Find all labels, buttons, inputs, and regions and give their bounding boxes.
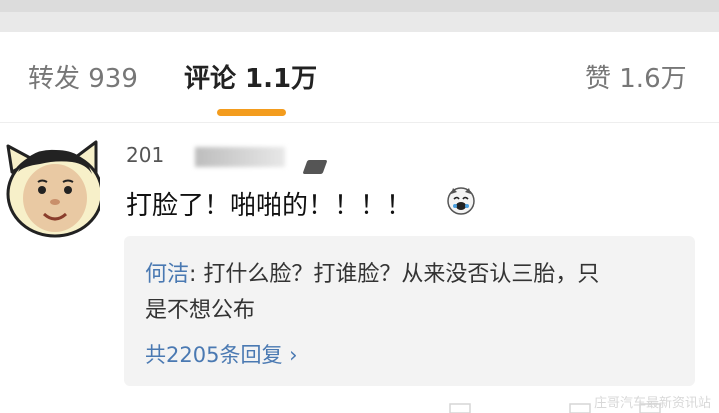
username-blurred-area: [195, 147, 285, 167]
reply-author[interactable]: 何洁: [145, 262, 189, 287]
reply-text-line-1: 打什么脸？打谁脸？从来没否认三胎，只: [203, 262, 600, 287]
comment-text: 打脸了！啪啪的！！！！: [126, 191, 413, 221]
reply-separator: :: [189, 262, 204, 287]
reply-preview-box[interactable]: 何洁: 打什么脸？打谁脸？从来没否认三胎，只 是不想公布 共2205条回复 ›: [124, 236, 695, 386]
chevron-right-icon: ›: [289, 343, 298, 367]
reply-first-line: 何洁: 打什么脸？打谁脸？从来没否认三胎，只: [145, 256, 599, 288]
comment-username[interactable]: 201: [126, 143, 164, 167]
redaction-mark: [302, 160, 328, 174]
tab-comment[interactable]: 评论 1.1万: [184, 58, 317, 95]
laughing-cat-emoji-icon: [447, 187, 475, 215]
tab-likes[interactable]: 赞 1.6万: [585, 58, 687, 95]
watermark: 庄哥汽车最新资讯站: [593, 396, 711, 411]
divider: [0, 122, 719, 123]
avatar-face-icon: [6, 140, 104, 238]
avatar[interactable]: [0, 132, 104, 242]
reply-count-label: 共2205条回复: [145, 343, 290, 367]
view-replies-link[interactable]: 共2205条回复 ›: [145, 339, 298, 369]
top-strip: [0, 0, 719, 32]
tab-active-indicator: [217, 109, 286, 116]
top-strip-shadow: [0, 0, 719, 12]
reply-text-line-2: 是不想公布: [145, 298, 256, 323]
tab-repost[interactable]: 转发 939: [28, 58, 138, 95]
tab-bar: 转发 939 评论 1.1万 赞 1.6万: [0, 32, 719, 122]
